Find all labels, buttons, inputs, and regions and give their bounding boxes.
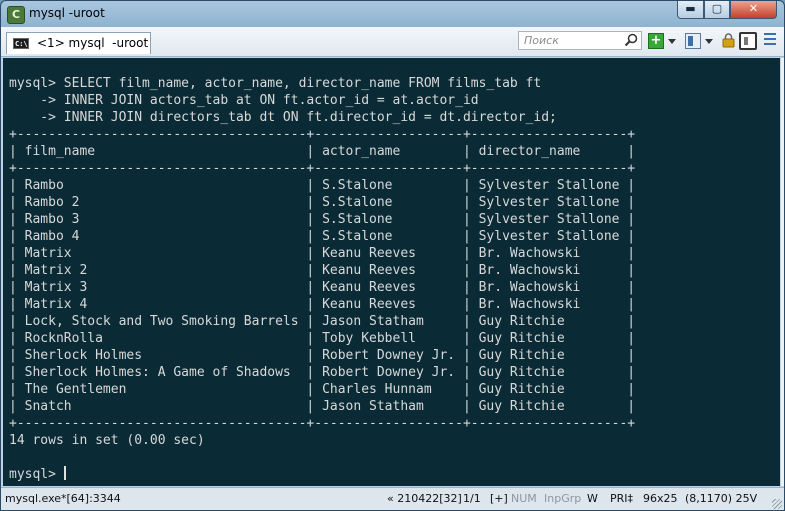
- search-icon[interactable]: [624, 33, 638, 47]
- input-prompt: mysql>: [9, 467, 64, 482]
- add-console-icon[interactable]: +: [648, 33, 664, 49]
- table-row: | RocknRolla | Toby Kebbell | Guy Ritchi…: [9, 331, 636, 346]
- status-w[interactable]: W: [587, 492, 598, 505]
- console-tab-label: <1> mysql -uroot: [37, 36, 149, 50]
- cmd-icon: C:\: [13, 38, 29, 49]
- resize-grip-icon[interactable]: [772, 499, 782, 509]
- maximize-button[interactable]: ▢: [704, 1, 730, 19]
- table-row: | Snatch | Jason Statham | Guy Ritchie |: [9, 399, 636, 414]
- search-input[interactable]: Поиск: [518, 31, 642, 50]
- status-num[interactable]: NUM: [511, 492, 537, 505]
- table-row: | Lock, Stock and Two Smoking Barrels | …: [9, 314, 636, 329]
- menu-icon[interactable]: [764, 33, 776, 49]
- lock-icon[interactable]: [722, 33, 735, 48]
- status-process[interactable]: mysql.exe*[64]:3344: [5, 492, 121, 505]
- close-button[interactable]: ✕: [730, 1, 777, 19]
- console-text: mysql> SELECT film_name, actor_name, dir…: [9, 75, 635, 483]
- status-bar: mysql.exe*[64]:3344 « 210422[32] 1/1 [+]…: [1, 487, 784, 510]
- toolbar: C:\ <1> mysql -uroot Поиск +: [1, 27, 784, 57]
- table-row: | Rambo 3 | S.Stalone | Sylvester Stallo…: [9, 212, 636, 227]
- table-border: +-------------------------------------+-…: [9, 416, 636, 431]
- table-row: | Matrix | Keanu Reeves | Br. Wachowski …: [9, 246, 636, 261]
- table-border: +-------------------------------------+-…: [9, 161, 636, 176]
- add-console-dropdown-icon[interactable]: [668, 39, 676, 44]
- text-cursor: [63, 466, 66, 480]
- table-row: | Matrix 4 | Keanu Reeves | Br. Wachowsk…: [9, 297, 636, 312]
- window-icon[interactable]: [685, 33, 701, 49]
- status-plus[interactable]: [+]: [490, 492, 508, 505]
- window-dropdown-icon[interactable]: [705, 39, 713, 44]
- table-row: | Sherlock Holmes | Robert Downey Jr. | …: [9, 348, 636, 363]
- table-row: | Sherlock Holmes: A Game of Shadows | R…: [9, 365, 636, 380]
- console-output[interactable]: mysql> SELECT film_name, actor_name, dir…: [3, 58, 780, 486]
- table-row: | Rambo | S.Stalone | Sylvester Stallone…: [9, 178, 636, 193]
- scrollbar[interactable]: [781, 58, 784, 486]
- panel-icon[interactable]: [739, 32, 757, 50]
- console-tab[interactable]: C:\ <1> mysql -uroot: [6, 32, 151, 54]
- status-position[interactable]: « 210422[32]: [387, 492, 462, 505]
- console-window: C mysql -uroot ▬ ▢ ✕ C:\ <1> mysql -uroo…: [0, 0, 785, 511]
- table-row: | Rambo 4 | S.Stalone | Sylvester Stallo…: [9, 229, 636, 244]
- query-line: -> INNER JOIN actors_tab at ON ft.actor_…: [9, 93, 479, 108]
- status-pri[interactable]: PRI‡: [610, 492, 633, 505]
- status-inpgrp[interactable]: InpGrp: [544, 492, 581, 505]
- console-app-icon[interactable]: C: [7, 6, 25, 24]
- table-row: | Matrix 3 | Keanu Reeves | Br. Wachowsk…: [9, 280, 636, 295]
- search-placeholder: Поиск: [524, 34, 559, 47]
- query-line: mysql> SELECT film_name, actor_name, dir…: [9, 76, 542, 91]
- window-title: mysql -uroot: [29, 6, 105, 20]
- status-cursor-info[interactable]: (8,1170) 25V: [685, 492, 757, 505]
- table-header-row: | film_name | actor_name | director_name…: [9, 144, 636, 159]
- table-row: | Matrix 2 | Keanu Reeves | Br. Wachowsk…: [9, 263, 636, 278]
- minimize-button[interactable]: ▬: [677, 1, 704, 19]
- status-size[interactable]: 96x25: [643, 492, 678, 505]
- query-line: -> INNER JOIN directors_tab dt ON ft.dir…: [9, 110, 557, 125]
- title-bar[interactable]: C mysql -uroot ▬ ▢ ✕: [1, 1, 784, 27]
- table-border: +-------------------------------------+-…: [9, 127, 636, 142]
- result-summary: 14 rows in set (0.00 sec): [9, 433, 205, 448]
- table-row: | The Gentlemen | Charles Hunnam | Guy R…: [9, 382, 636, 397]
- status-console-index[interactable]: 1/1: [463, 492, 481, 505]
- table-row: | Rambo 2 | S.Stalone | Sylvester Stallo…: [9, 195, 636, 210]
